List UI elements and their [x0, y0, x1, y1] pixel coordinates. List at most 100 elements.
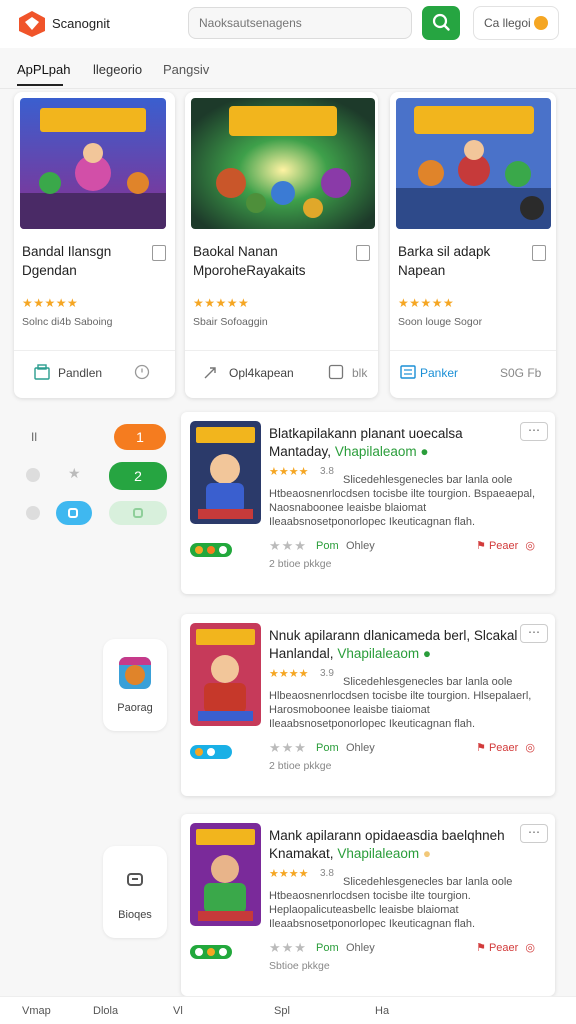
- user-menu-label: Ca llegoi: [484, 16, 531, 30]
- card-action-button[interactable]: Pandlen: [58, 366, 102, 380]
- filter-pill[interactable]: 1: [114, 424, 166, 450]
- side-shortcut[interactable]: Paorag: [103, 639, 167, 731]
- tab-apps[interactable]: ApPLpah: [17, 62, 71, 77]
- toggle-switch[interactable]: [56, 501, 92, 525]
- item-title[interactable]: Blatkapilakann planant uoecalsa Mantaday…: [269, 425, 523, 461]
- filter-label: Il: [31, 430, 37, 444]
- rating-stars: ★★★★★: [22, 296, 79, 310]
- nav-item[interactable]: Dlola: [93, 1005, 118, 1017]
- tag-badge: [190, 745, 232, 759]
- nav-item[interactable]: Spl: [274, 1005, 290, 1017]
- game-artwork: [396, 98, 551, 229]
- divider: [185, 350, 378, 351]
- game-artwork: [20, 98, 166, 229]
- controller-icon: [119, 864, 151, 896]
- list-item[interactable]: Nnuk apilarann dlanicameda berl, Slcakal…: [181, 614, 555, 796]
- checkbox-icon[interactable]: [328, 364, 344, 380]
- other-label: Ohley: [346, 540, 375, 552]
- divider: [390, 350, 556, 351]
- report-label: Peaer: [488, 942, 519, 954]
- game-thumbnail: [190, 823, 261, 926]
- bookmark-icon[interactable]: [152, 245, 166, 261]
- card-title[interactable]: Baokal Nanan MporoheRayakaits: [193, 242, 343, 280]
- radio-button[interactable]: [26, 468, 40, 482]
- price-label: Pom: [316, 942, 339, 954]
- side-shortcut[interactable]: Bioqes: [103, 846, 167, 938]
- flag-icon: ⚑: [476, 742, 486, 754]
- search-button[interactable]: [422, 6, 460, 40]
- featured-card[interactable]: Barka sil adapk Napean ★★★★★ Soon louge …: [390, 92, 556, 398]
- tag-badge: [190, 543, 232, 557]
- game-thumbnail: [190, 421, 261, 524]
- other-label: Ohley: [346, 942, 375, 954]
- price-label: Pom: [316, 540, 339, 552]
- card-action-button[interactable]: Panker: [420, 366, 458, 380]
- more-options-button[interactable]: ⋯: [520, 624, 548, 643]
- card-action-secondary[interactable]: S0G Fb: [500, 366, 541, 380]
- toggle-switch[interactable]: [109, 501, 167, 525]
- divider: [14, 350, 175, 351]
- info-icon: ◎: [525, 742, 535, 754]
- share-icon: [204, 367, 216, 379]
- radio-button[interactable]: [26, 506, 40, 520]
- tab-other[interactable]: Pangsiv: [163, 62, 209, 77]
- tab-categories[interactable]: llegeorio: [93, 62, 142, 77]
- search-input[interactable]: [188, 7, 412, 39]
- report-button[interactable]: ⚑ Peaer ◎: [476, 741, 542, 754]
- rate-stars[interactable]: ★★★: [269, 538, 307, 554]
- more-options-button[interactable]: ⋯: [520, 824, 548, 843]
- filter-pill[interactable]: 2: [109, 462, 167, 490]
- rating-stars: ★★★★★: [193, 296, 250, 310]
- list-item[interactable]: Mank apilarann opidaeasdia baelqhneh Kna…: [181, 814, 555, 996]
- card-meta: Soon louge Sogor: [398, 316, 483, 328]
- tag-badge: [190, 945, 232, 959]
- top-bar: Scanognit Ca llegoi: [0, 0, 576, 48]
- rate-stars[interactable]: ★★★: [269, 740, 307, 756]
- search-icon: [432, 13, 450, 31]
- divider: [0, 88, 576, 89]
- featured-card[interactable]: Bandal Ilansgn Dgendan ★★★★★ Solnc di4b …: [14, 92, 175, 398]
- featured-card[interactable]: Baokal Nanan MporoheRayakaits ★★★★★ Sbai…: [185, 92, 378, 398]
- game-thumbnail: [190, 623, 261, 726]
- price-label: Pom: [316, 742, 339, 754]
- nav-item[interactable]: Vl: [173, 1005, 183, 1017]
- tab-bar: ApPLpah llegeorio Pangsiv: [0, 58, 576, 88]
- card-action-button[interactable]: Opl4kapean: [229, 366, 294, 380]
- coin-icon: [534, 16, 548, 30]
- report-label: Peaer: [488, 742, 519, 754]
- developer-name[interactable]: Vhapilaleaom: [335, 444, 417, 459]
- more-options-button[interactable]: ⋯: [520, 422, 548, 441]
- item-description: Slicedehlesgenecles bar lanla oole Htbea…: [269, 876, 513, 930]
- game-icon: [119, 657, 151, 689]
- side-shortcut-label: Bioqes: [118, 909, 152, 921]
- card-action-secondary[interactable]: blk: [352, 366, 367, 380]
- card-title[interactable]: Bandal Ilansgn Dgendan: [22, 242, 140, 280]
- flag-icon: ⚑: [476, 942, 486, 954]
- user-menu-button[interactable]: Ca llegoi: [473, 6, 559, 40]
- rate-stars[interactable]: ★★★: [269, 940, 307, 956]
- bookmark-icon[interactable]: [532, 245, 546, 261]
- nav-item[interactable]: Vmap: [22, 1005, 51, 1017]
- item-description: Slicedehlesgenecles bar lanla oole Htbea…: [269, 474, 536, 528]
- info-icon: ◎: [525, 540, 535, 552]
- verified-icon: ●: [422, 846, 432, 861]
- nav-item[interactable]: Ha: [375, 1005, 389, 1017]
- item-title[interactable]: Nnuk apilarann dlanicameda berl, Slcakal…: [269, 627, 523, 663]
- developer-name[interactable]: Vhapilaleaom: [337, 646, 419, 661]
- item-size: 2 btioe pkkge: [269, 558, 332, 570]
- bottom-navigation: Vmap Dlola Vl Spl Ha: [0, 996, 576, 1024]
- star-icon: ★: [68, 465, 81, 481]
- card-title[interactable]: Barka sil adapk Napean: [398, 242, 516, 280]
- verified-icon: ●: [420, 444, 429, 459]
- flag-icon: ⚑: [476, 540, 486, 552]
- item-title[interactable]: Mank apilarann opidaeasdia baelqhneh Kna…: [269, 827, 523, 863]
- developer-name[interactable]: Vhapilaleaom: [337, 846, 419, 861]
- list-item[interactable]: Blatkapilakann planant uoecalsa Mantaday…: [181, 412, 555, 594]
- clock-icon[interactable]: [134, 364, 150, 380]
- report-button[interactable]: ⚑ Peaer ◎: [476, 941, 542, 954]
- bookmark-icon[interactable]: [356, 245, 370, 261]
- game-artwork: [191, 98, 375, 229]
- report-button[interactable]: ⚑ Peaer ◎: [476, 539, 542, 552]
- app-logo-icon[interactable]: [18, 10, 46, 38]
- side-shortcut-label: Paorag: [117, 702, 153, 714]
